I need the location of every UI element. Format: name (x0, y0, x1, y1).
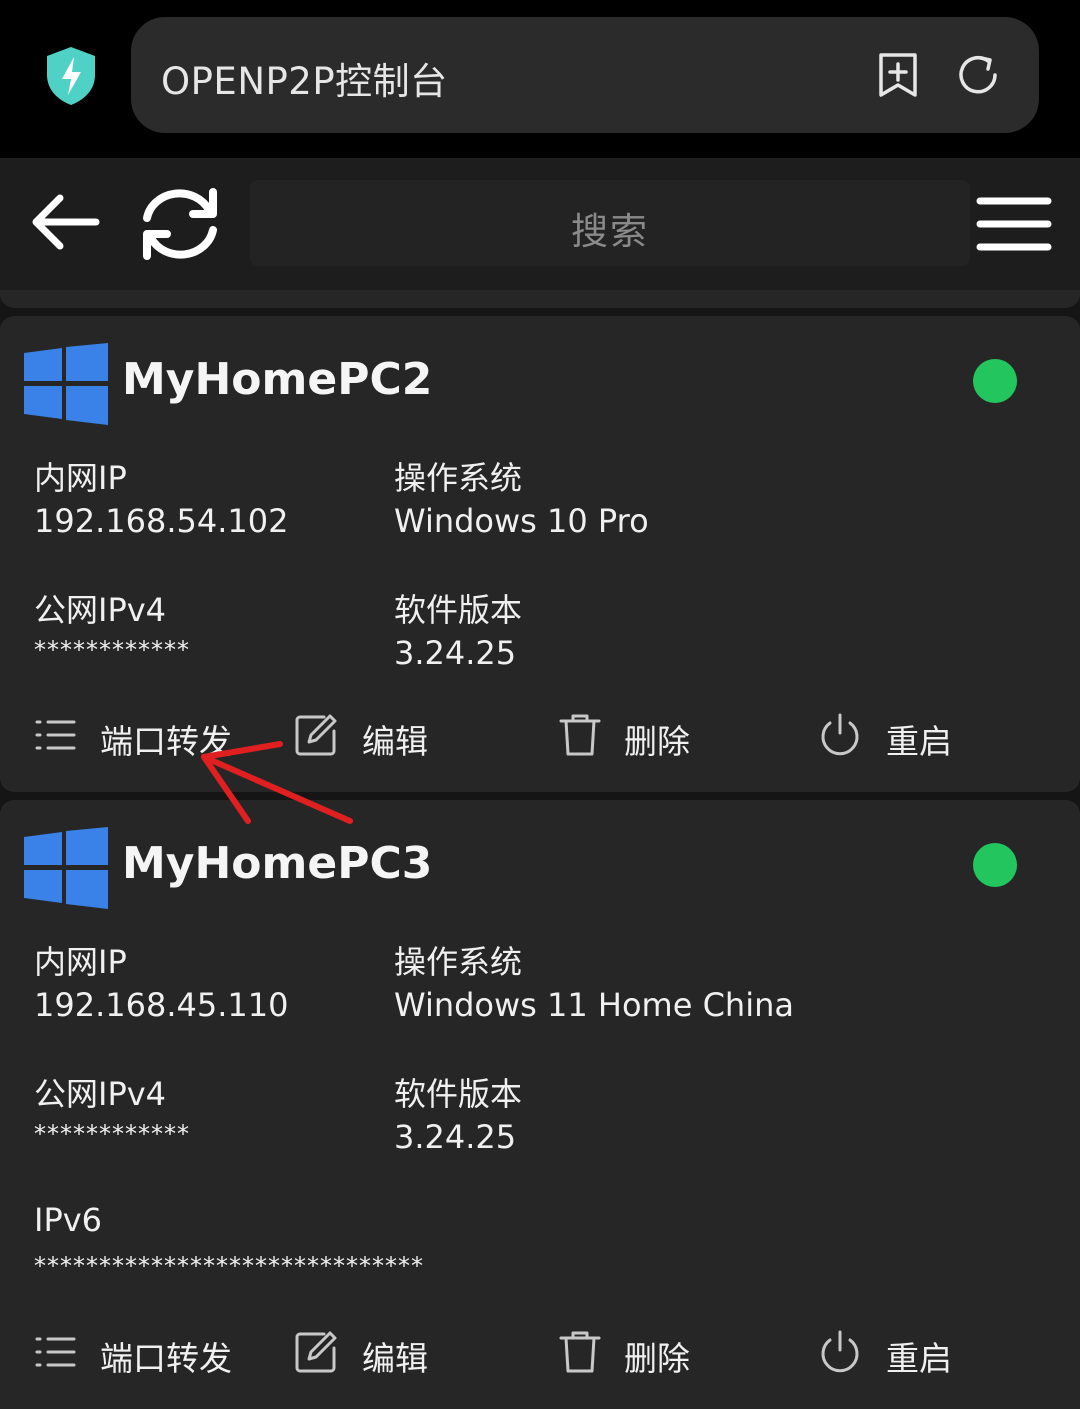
public-ipv4-value: ************ (34, 636, 190, 664)
public-ipv4-value: ************ (34, 1120, 190, 1148)
app-toolbar: 搜索 (0, 158, 1080, 290)
windows-logo-icon (24, 827, 108, 909)
restart-button[interactable]: 重启 (886, 1332, 952, 1380)
ipv6-label: IPv6 (34, 1201, 103, 1239)
delete-button[interactable]: 删除 (624, 715, 690, 763)
version-value: 3.24.25 (394, 1118, 517, 1156)
edit-button[interactable]: 编辑 (362, 715, 428, 763)
os-value: Windows 10 Pro (394, 502, 649, 540)
edit-icon[interactable] (294, 1330, 338, 1374)
lan-ip-label: 内网IP (34, 459, 127, 497)
windows-logo-icon (24, 343, 108, 425)
search-input[interactable]: 搜索 (250, 180, 970, 266)
power-icon[interactable] (818, 713, 862, 757)
back-arrow-icon[interactable] (30, 192, 100, 252)
trash-icon[interactable] (558, 1330, 602, 1374)
device-name[interactable]: MyHomePC2 (122, 354, 432, 405)
trash-icon[interactable] (558, 713, 602, 757)
os-label: 操作系统 (394, 459, 523, 497)
edit-button[interactable]: 编辑 (362, 1332, 428, 1380)
port-forward-button[interactable]: 端口转发 (100, 715, 232, 763)
lan-ip-value: 192.168.54.102 (34, 502, 289, 540)
list-icon[interactable] (34, 713, 78, 757)
public-ipv4-label: 公网IPv4 (34, 591, 167, 629)
version-value: 3.24.25 (394, 634, 517, 672)
browser-bar: OPENP2P控制台 (0, 0, 1080, 158)
list-icon[interactable] (34, 1330, 78, 1374)
page-title: OPENP2P控制台 (161, 60, 448, 103)
version-label: 软件版本 (394, 591, 523, 629)
search-placeholder: 搜索 (571, 210, 649, 253)
ipv6-value: ****************************** (34, 1252, 424, 1280)
online-status-indicator (973, 359, 1017, 403)
os-value: Windows 11 Home China (394, 986, 794, 1024)
sync-icon[interactable] (133, 184, 227, 264)
power-icon[interactable] (818, 1330, 862, 1374)
lan-ip-value: 192.168.45.110 (34, 986, 289, 1024)
previous-card-edge (0, 290, 1080, 308)
reload-icon[interactable] (955, 52, 1001, 98)
delete-button[interactable]: 删除 (624, 1332, 690, 1380)
port-forward-button[interactable]: 端口转发 (100, 1332, 232, 1380)
os-label: 操作系统 (394, 943, 523, 981)
device-card: MyHomePC2 内网IP 192.168.54.102 操作系统 Windo… (0, 316, 1080, 792)
menu-icon[interactable] (976, 196, 1052, 252)
add-bookmark-icon[interactable] (875, 52, 921, 98)
device-name[interactable]: MyHomePC3 (122, 838, 432, 889)
address-bar[interactable]: OPENP2P控制台 (131, 17, 1039, 133)
edit-icon[interactable] (294, 713, 338, 757)
device-card: MyHomePC3 内网IP 192.168.45.110 操作系统 Windo… (0, 800, 1080, 1409)
restart-button[interactable]: 重启 (886, 715, 952, 763)
online-status-indicator (973, 843, 1017, 887)
version-label: 软件版本 (394, 1075, 523, 1113)
lan-ip-label: 内网IP (34, 943, 127, 981)
shield-icon[interactable] (44, 45, 98, 107)
public-ipv4-label: 公网IPv4 (34, 1075, 167, 1113)
